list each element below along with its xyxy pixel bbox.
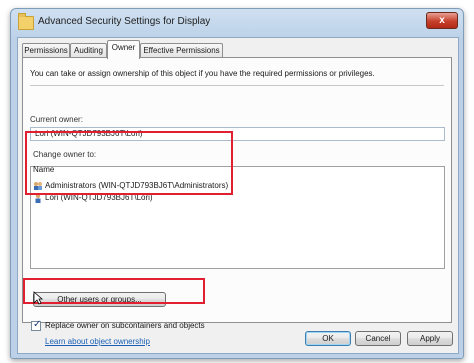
tab-auditing[interactable]: Auditing [70,43,107,58]
tab-owner[interactable]: Owner [107,40,140,59]
close-button[interactable]: x [426,12,458,29]
apply-button[interactable]: Apply [407,331,453,346]
tab-effective-permissions[interactable]: Effective Permissions [140,43,223,58]
cancel-button[interactable]: Cancel [355,331,401,346]
replace-owner-label[interactable]: Replace owner on subcontainers and objec… [45,321,205,330]
window-title: Advanced Security Settings for Display [38,16,211,27]
learn-ownership-link[interactable]: Learn about object ownership [45,337,150,346]
highlight-change-owner [25,131,233,195]
folder-icon [18,13,34,30]
ok-button[interactable]: OK [305,331,351,346]
checkmark-icon: ✓ [33,319,42,330]
divider [30,85,444,86]
replace-owner-checkbox[interactable]: ✓ [31,319,42,331]
highlight-replace-owner [23,278,205,304]
tab-permissions[interactable]: Permissions [22,43,70,58]
mouse-cursor-icon [33,291,43,305]
dialog-client: Permissions Auditing Owner Effective Per… [17,37,459,354]
info-text: You can take or assign ownership of this… [30,69,375,78]
current-owner-label: Current owner: [30,115,83,124]
title-bar[interactable]: Advanced Security Settings for Display x [11,9,463,37]
